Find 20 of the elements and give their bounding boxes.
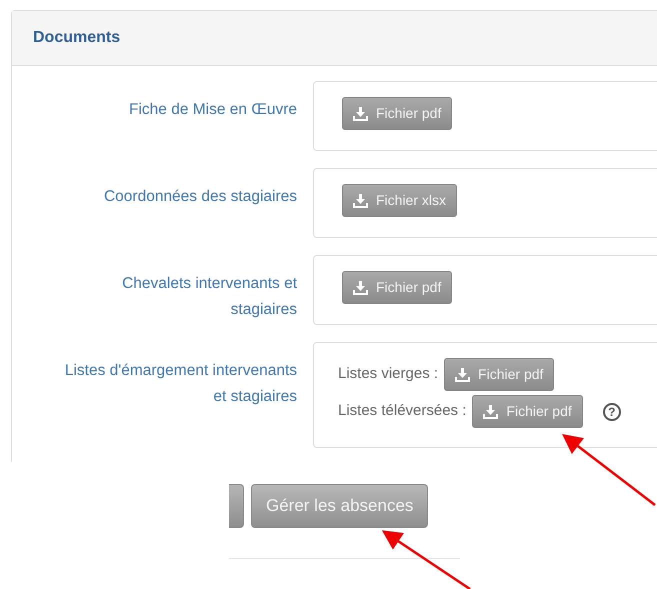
download-button[interactable]: Fichier pdf	[472, 395, 583, 428]
download-button[interactable]: Fichier pdf	[444, 358, 554, 391]
download-icon	[353, 106, 368, 120]
document-label: Chevalets intervenants et stagiaires	[122, 275, 297, 318]
document-label: Coordonnées des stagiaires	[104, 188, 297, 205]
list-label: Listes téléversées :	[338, 401, 466, 422]
download-icon	[353, 280, 368, 294]
document-label: Fiche de Mise en Œuvre	[129, 101, 297, 118]
manage-absences-button[interactable]: Gérer les absences	[251, 484, 428, 528]
download-icon	[483, 404, 498, 418]
download-button[interactable]: Fichier pdf	[342, 97, 452, 130]
download-button[interactable]: Fichier xlsx	[342, 184, 458, 217]
panel-title: Documents	[33, 28, 120, 48]
help-icon[interactable]: ?	[602, 402, 621, 420]
download-button[interactable]: Fichier pdf	[342, 271, 452, 304]
partial-button[interactable]	[229, 484, 244, 528]
download-icon	[455, 368, 470, 382]
list-label: Listes vierges :	[338, 364, 438, 384]
download-icon	[353, 194, 368, 208]
document-label: Listes d'émargement intervenants et stagiaires	[64, 362, 297, 405]
